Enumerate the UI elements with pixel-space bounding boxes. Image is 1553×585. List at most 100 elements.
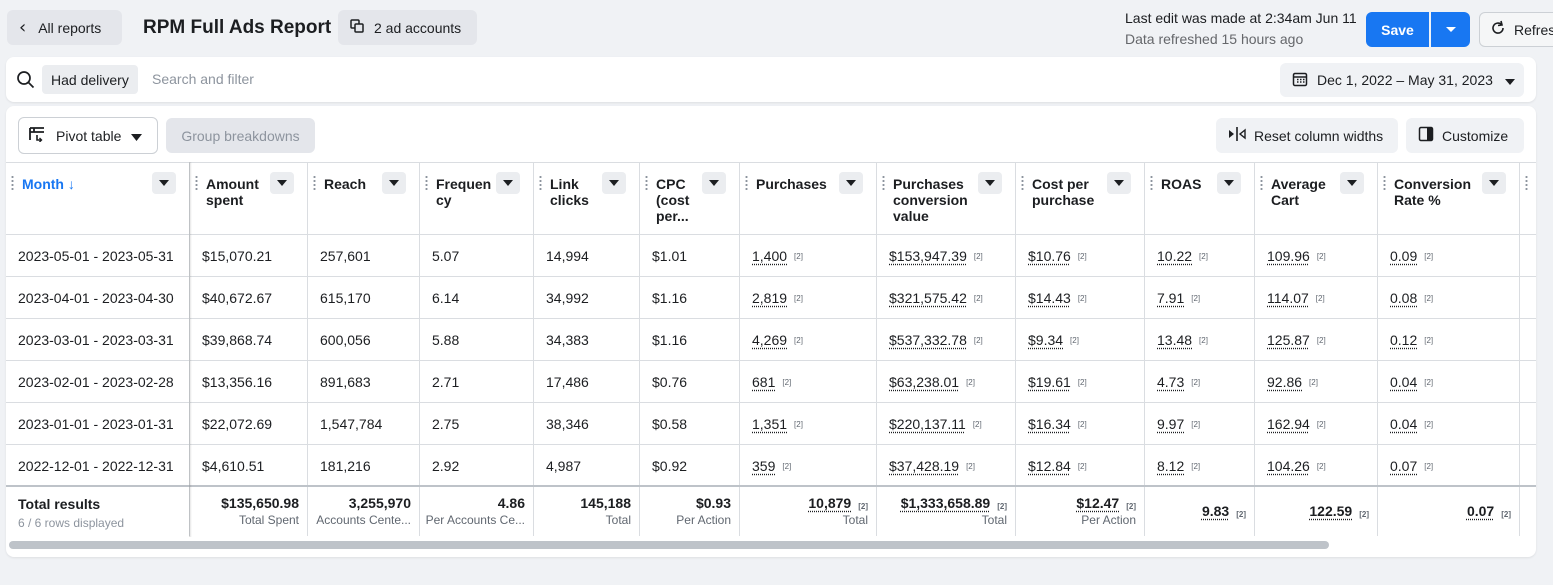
cell-roas[interactable]: 9.97 [2]: [1145, 403, 1255, 444]
column-header-next[interactable]: [1520, 163, 1536, 235]
column-menu-button[interactable]: [602, 172, 626, 194]
cell-purchases-conversion-value[interactable]: $37,428.19 [2]: [877, 445, 1016, 486]
drag-handle-icon[interactable]: [1021, 175, 1024, 191]
cell-average-cart[interactable]: 104.26 [2]: [1255, 445, 1378, 486]
cell-value[interactable]: 0.09: [1390, 248, 1417, 264]
date-range-picker[interactable]: Dec 1, 2022 – May 31, 2023: [1280, 63, 1524, 97]
cell-purchases-conversion-value[interactable]: $153,947.39 [2]: [877, 235, 1016, 276]
cell-value[interactable]: 13.48: [1157, 332, 1192, 348]
cell-value[interactable]: 109.96: [1267, 248, 1310, 264]
all-reports-button[interactable]: ‹ All reports: [7, 10, 122, 45]
cell-conversion-rate[interactable]: 0.09 [2]: [1378, 235, 1520, 276]
save-button[interactable]: Save: [1366, 12, 1429, 47]
column-menu-button[interactable]: [1107, 172, 1131, 194]
cell-conversion-rate[interactable]: 0.12 [2]: [1378, 319, 1520, 360]
column-menu-button[interactable]: [270, 172, 294, 194]
column-menu-button[interactable]: [839, 172, 863, 194]
cell-purchases[interactable]: 681 [2]: [740, 361, 877, 402]
cell-value[interactable]: 0.07: [1390, 458, 1417, 474]
cell-cost-per-purchase[interactable]: $19.61 [2]: [1016, 361, 1145, 402]
total-value[interactable]: 9.83: [1202, 503, 1229, 519]
column-header-purchases-conversion-value[interactable]: Purchases conversion value: [877, 163, 1016, 235]
cell-purchases[interactable]: 359 [2]: [740, 445, 877, 486]
cell-purchases-conversion-value[interactable]: $321,575.42 [2]: [877, 277, 1016, 318]
horizontal-scrollbar[interactable]: [9, 541, 1329, 549]
cell-value[interactable]: $220,137.11: [889, 416, 966, 432]
group-breakdowns-button[interactable]: Group breakdowns: [166, 118, 315, 153]
cell-value[interactable]: 0.12: [1390, 332, 1417, 348]
cell-value[interactable]: 1,351: [752, 416, 787, 432]
cell-average-cart[interactable]: 109.96 [2]: [1255, 235, 1378, 276]
column-header-conversion-rate[interactable]: Conversion Rate %: [1378, 163, 1520, 235]
total-average-cart[interactable]: 122.59 [2]: [1255, 487, 1378, 536]
cell-average-cart[interactable]: 162.94 [2]: [1255, 403, 1378, 444]
refresh-button[interactable]: Refresh: [1479, 12, 1553, 47]
cell-value[interactable]: 104.26: [1267, 458, 1310, 474]
drag-handle-icon[interactable]: [1150, 175, 1153, 191]
column-menu-button[interactable]: [152, 172, 176, 194]
column-header-link-clicks[interactable]: Link clicks: [534, 163, 640, 235]
drag-handle-icon[interactable]: [1260, 175, 1263, 191]
column-menu-button[interactable]: [496, 172, 520, 194]
reset-column-widths-button[interactable]: Reset column widths: [1216, 118, 1398, 153]
cell-purchases[interactable]: 1,351 [2]: [740, 403, 877, 444]
column-header-average-cart[interactable]: Average Cart: [1255, 163, 1378, 235]
cell-value[interactable]: 92.86: [1267, 374, 1302, 390]
column-menu-button[interactable]: [978, 172, 1002, 194]
cell-value[interactable]: $14.43: [1028, 290, 1071, 306]
cell-purchases[interactable]: 2,819 [2]: [740, 277, 877, 318]
cell-value[interactable]: 681: [752, 374, 775, 390]
ad-accounts-button[interactable]: 2 ad accounts: [338, 10, 477, 45]
cell-purchases[interactable]: 1,400 [2]: [740, 235, 877, 276]
column-menu-button[interactable]: [1482, 172, 1506, 194]
cell-value[interactable]: $37,428.19: [889, 458, 959, 474]
search-filter-input[interactable]: Search and filter: [152, 71, 254, 87]
drag-handle-icon[interactable]: [1383, 175, 1386, 191]
cell-roas[interactable]: 10.22 [2]: [1145, 235, 1255, 276]
total-cost-per-purchase[interactable]: $12.47 [2] Per Action: [1016, 487, 1145, 536]
drag-handle-icon[interactable]: [195, 175, 198, 191]
cell-value[interactable]: 125.87: [1267, 332, 1310, 348]
cell-value[interactable]: 114.07: [1267, 290, 1309, 306]
cell-value[interactable]: $19.61: [1028, 374, 1071, 390]
cell-roas[interactable]: 8.12 [2]: [1145, 445, 1255, 486]
cell-value[interactable]: 0.04: [1390, 416, 1417, 432]
cell-value[interactable]: 2,819: [752, 290, 787, 306]
total-value[interactable]: 10,879: [808, 495, 851, 511]
cell-value[interactable]: $63,238.01: [889, 374, 959, 390]
cell-value[interactable]: $537,332.78: [889, 332, 967, 348]
cell-conversion-rate[interactable]: 0.04 [2]: [1378, 403, 1520, 444]
cell-value[interactable]: 4,269: [752, 332, 787, 348]
cell-value[interactable]: $153,947.39: [889, 248, 967, 264]
cell-value[interactable]: $10.76: [1028, 248, 1071, 264]
total-roas[interactable]: 9.83 [2]: [1145, 487, 1255, 536]
total-value[interactable]: $12.47: [1076, 495, 1119, 511]
total-value[interactable]: $1,333,658.89: [901, 495, 991, 511]
cell-purchases-conversion-value[interactable]: $63,238.01 [2]: [877, 361, 1016, 402]
drag-handle-icon[interactable]: [313, 175, 316, 191]
customize-button[interactable]: Customize: [1406, 118, 1524, 153]
drag-handle-icon[interactable]: [11, 175, 14, 191]
drag-handle-icon[interactable]: [745, 175, 748, 191]
column-menu-button[interactable]: [1340, 172, 1364, 194]
cell-value[interactable]: $12.84: [1028, 458, 1071, 474]
column-header-roas[interactable]: ROAS: [1145, 163, 1255, 235]
column-header-purchases[interactable]: Purchases: [740, 163, 877, 235]
total-value[interactable]: 122.59: [1309, 503, 1352, 519]
save-options-button[interactable]: [1431, 12, 1470, 47]
cell-value[interactable]: $321,575.42: [889, 290, 967, 306]
cell-value[interactable]: 9.97: [1157, 416, 1184, 432]
cell-roas[interactable]: 4.73 [2]: [1145, 361, 1255, 402]
drag-handle-icon[interactable]: [539, 175, 542, 191]
cell-cost-per-purchase[interactable]: $14.43 [2]: [1016, 277, 1145, 318]
column-header-cost-per-purchase[interactable]: Cost per purchase: [1016, 163, 1145, 235]
cell-average-cart[interactable]: 125.87 [2]: [1255, 319, 1378, 360]
cell-purchases-conversion-value[interactable]: $220,137.11 [2]: [877, 403, 1016, 444]
cell-value[interactable]: 10.22: [1157, 248, 1192, 264]
cell-cost-per-purchase[interactable]: $9.34 [2]: [1016, 319, 1145, 360]
cell-average-cart[interactable]: 92.86 [2]: [1255, 361, 1378, 402]
column-menu-button[interactable]: [382, 172, 406, 194]
column-header-month[interactable]: Month ↓: [6, 163, 190, 235]
cell-cost-per-purchase[interactable]: $10.76 [2]: [1016, 235, 1145, 276]
cell-purchases-conversion-value[interactable]: $537,332.78 [2]: [877, 319, 1016, 360]
